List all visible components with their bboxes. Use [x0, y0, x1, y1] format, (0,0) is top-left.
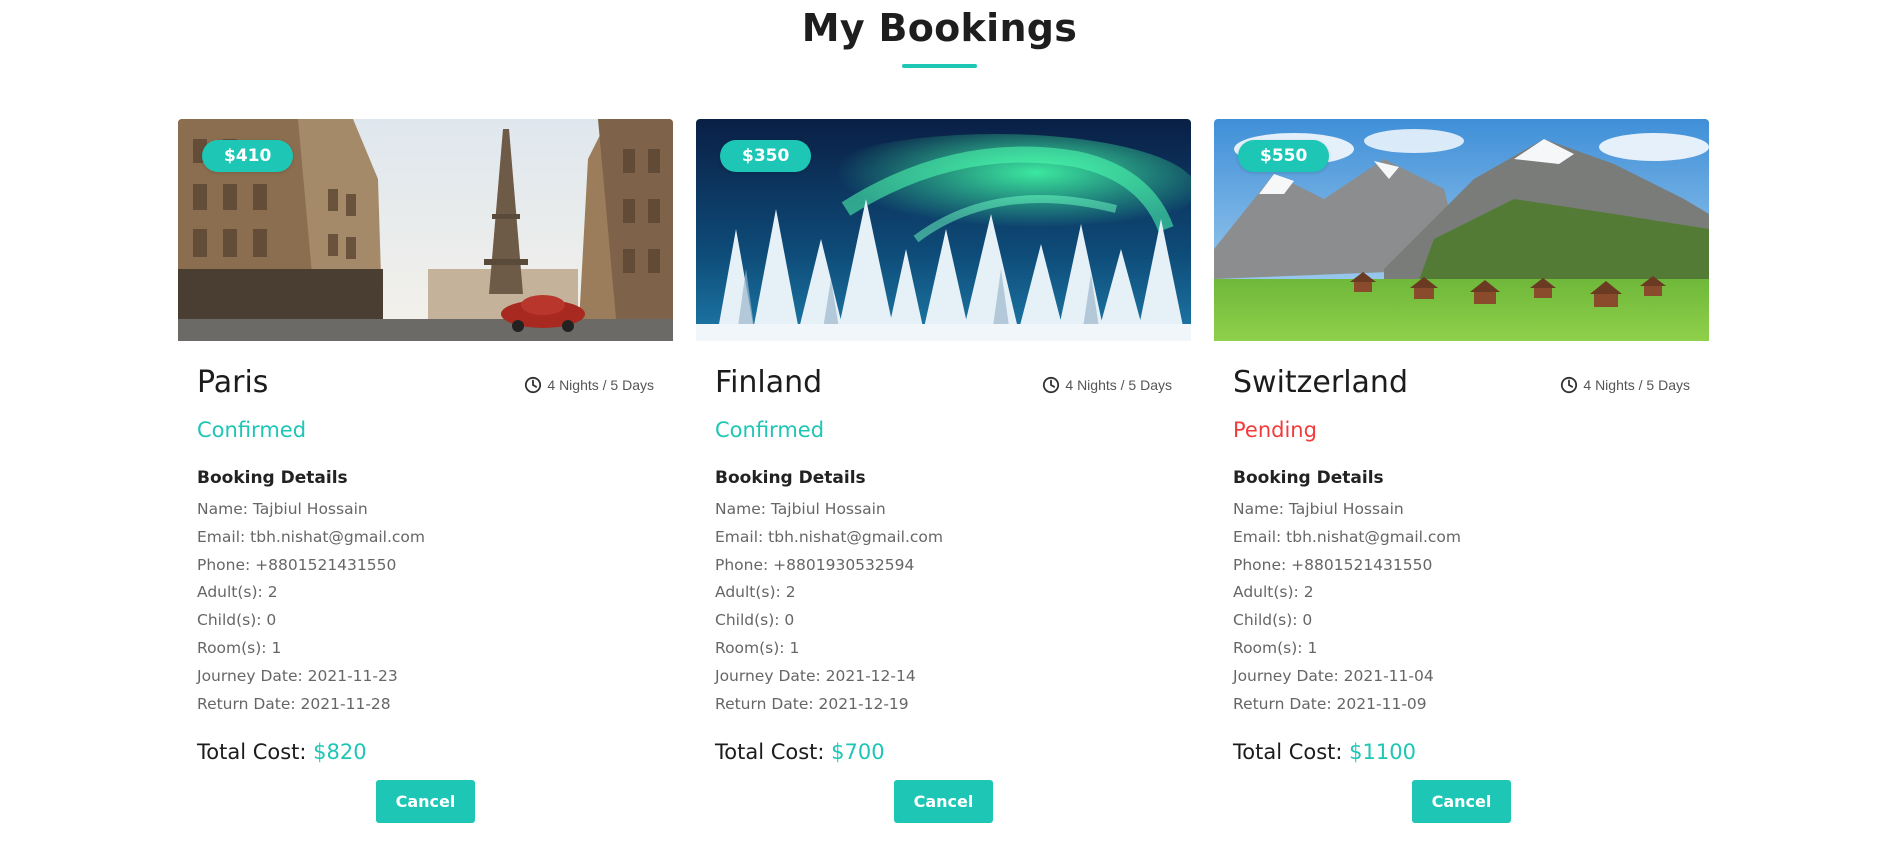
detail-children: Child(s): 0 [197, 611, 277, 630]
page-header: My Bookings [0, 0, 1879, 68]
booking-details-list: Name: Tajbiul Hossain Email: tbh.nishat@… [1233, 496, 1690, 718]
duration: 4 Nights / 5 Days [1042, 376, 1172, 394]
detail-email: Email: tbh.nishat@gmail.com [1233, 527, 1462, 546]
detail-name: Name: Tajbiul Hossain [715, 500, 886, 518]
price-badge: $350 [720, 140, 812, 172]
detail-adults: Adult(s): 2 [197, 583, 278, 602]
detail-name: Name: Tajbiul Hossain [1233, 500, 1404, 518]
total-cost-value: $820 [313, 740, 367, 765]
detail-email: Email: tbh.nishat@gmail.com [197, 527, 426, 546]
booking-details-list: Name: Tajbiul Hossain Email: tbh.nishat@… [715, 496, 1172, 718]
cancel-button[interactable]: Cancel [375, 780, 476, 824]
detail-return-date: Return Date: 2021-11-28 [197, 694, 391, 713]
price-badge: $410 [202, 140, 294, 172]
detail-name: Name: Tajbiul Hossain [197, 500, 368, 518]
total-cost-label: Total Cost: [1233, 740, 1343, 765]
booking-card-switzerland: $550 Switzerland 4 Nights / 5 Days Pendi… [1214, 119, 1709, 829]
duration-label: 4 Nights / 5 Days [1583, 376, 1690, 393]
detail-phone: Phone: +8801930532594 [715, 555, 915, 574]
clock-icon [1561, 376, 1578, 393]
total-cost-value: $700 [831, 740, 885, 765]
booking-card-paris: $410 Paris 4 Nights / 5 Days Confirmed B… [178, 119, 673, 829]
cancel-button[interactable]: Cancel [893, 780, 994, 824]
card-header: Finland 4 Nights / 5 Days [715, 365, 1172, 400]
detail-adults: Adult(s): 2 [715, 583, 796, 602]
booking-status: Pending [1233, 418, 1317, 442]
detail-rooms: Room(s): 1 [1233, 638, 1318, 657]
detail-phone: Phone: +8801521431550 [197, 555, 397, 574]
booking-details-list: Name: Tajbiul Hossain Email: tbh.nishat@… [197, 496, 654, 718]
total-cost-label: Total Cost: [715, 740, 825, 765]
card-body: Paris 4 Nights / 5 Days Confirmed Bookin… [178, 341, 673, 824]
destination-image-switzerland: $550 [1214, 119, 1709, 341]
title-underline [902, 64, 977, 68]
destination-image-finland: $350 [696, 119, 1191, 341]
clock-icon [1043, 376, 1060, 393]
duration: 4 Nights / 5 Days [1560, 376, 1690, 394]
duration: 4 Nights / 5 Days [524, 376, 654, 394]
card-header: Paris 4 Nights / 5 Days [197, 365, 654, 400]
destination-name: Finland [715, 365, 823, 400]
duration-label: 4 Nights / 5 Days [547, 376, 654, 393]
detail-journey-date: Journey Date: 2021-11-23 [197, 666, 398, 685]
detail-return-date: Return Date: 2021-12-19 [715, 694, 909, 713]
detail-children: Child(s): 0 [715, 611, 795, 630]
booking-status: Confirmed [197, 418, 307, 442]
detail-return-date: Return Date: 2021-11-09 [1233, 694, 1427, 713]
booking-details-heading: Booking Details [715, 468, 866, 488]
bookings-list: $410 Paris 4 Nights / 5 Days Confirmed B… [178, 119, 1709, 829]
destination-name: Switzerland [1233, 365, 1408, 400]
total-cost-value: $1100 [1349, 740, 1416, 765]
destination-image-paris: $410 [178, 119, 673, 341]
detail-rooms: Room(s): 1 [197, 638, 282, 657]
booking-details-heading: Booking Details [197, 468, 348, 488]
booking-card-finland: $350 Finland 4 Nights / 5 Days Confirmed… [696, 119, 1191, 829]
detail-journey-date: Journey Date: 2021-12-14 [715, 666, 916, 685]
price-badge: $550 [1238, 140, 1330, 172]
total-cost-label: Total Cost: [197, 740, 307, 765]
total-cost: Total Cost: $700 [715, 740, 1172, 764]
total-cost: Total Cost: $1100 [1233, 740, 1690, 764]
detail-journey-date: Journey Date: 2021-11-04 [1233, 666, 1434, 685]
page-title: My Bookings [801, 6, 1078, 50]
duration-label: 4 Nights / 5 Days [1065, 376, 1172, 393]
card-body: Finland 4 Nights / 5 Days Confirmed Book… [696, 341, 1191, 824]
card-header: Switzerland 4 Nights / 5 Days [1233, 365, 1690, 400]
booking-details-heading: Booking Details [1233, 468, 1384, 488]
detail-children: Child(s): 0 [1233, 611, 1313, 630]
booking-status: Confirmed [715, 418, 825, 442]
detail-adults: Adult(s): 2 [1233, 583, 1314, 602]
cancel-button[interactable]: Cancel [1411, 780, 1512, 824]
detail-phone: Phone: +8801521431550 [1233, 555, 1433, 574]
clock-icon [525, 376, 542, 393]
detail-rooms: Room(s): 1 [715, 638, 800, 657]
total-cost: Total Cost: $820 [197, 740, 654, 764]
detail-email: Email: tbh.nishat@gmail.com [715, 527, 944, 546]
card-body: Switzerland 4 Nights / 5 Days Pending Bo… [1214, 341, 1709, 824]
destination-name: Paris [197, 365, 269, 400]
